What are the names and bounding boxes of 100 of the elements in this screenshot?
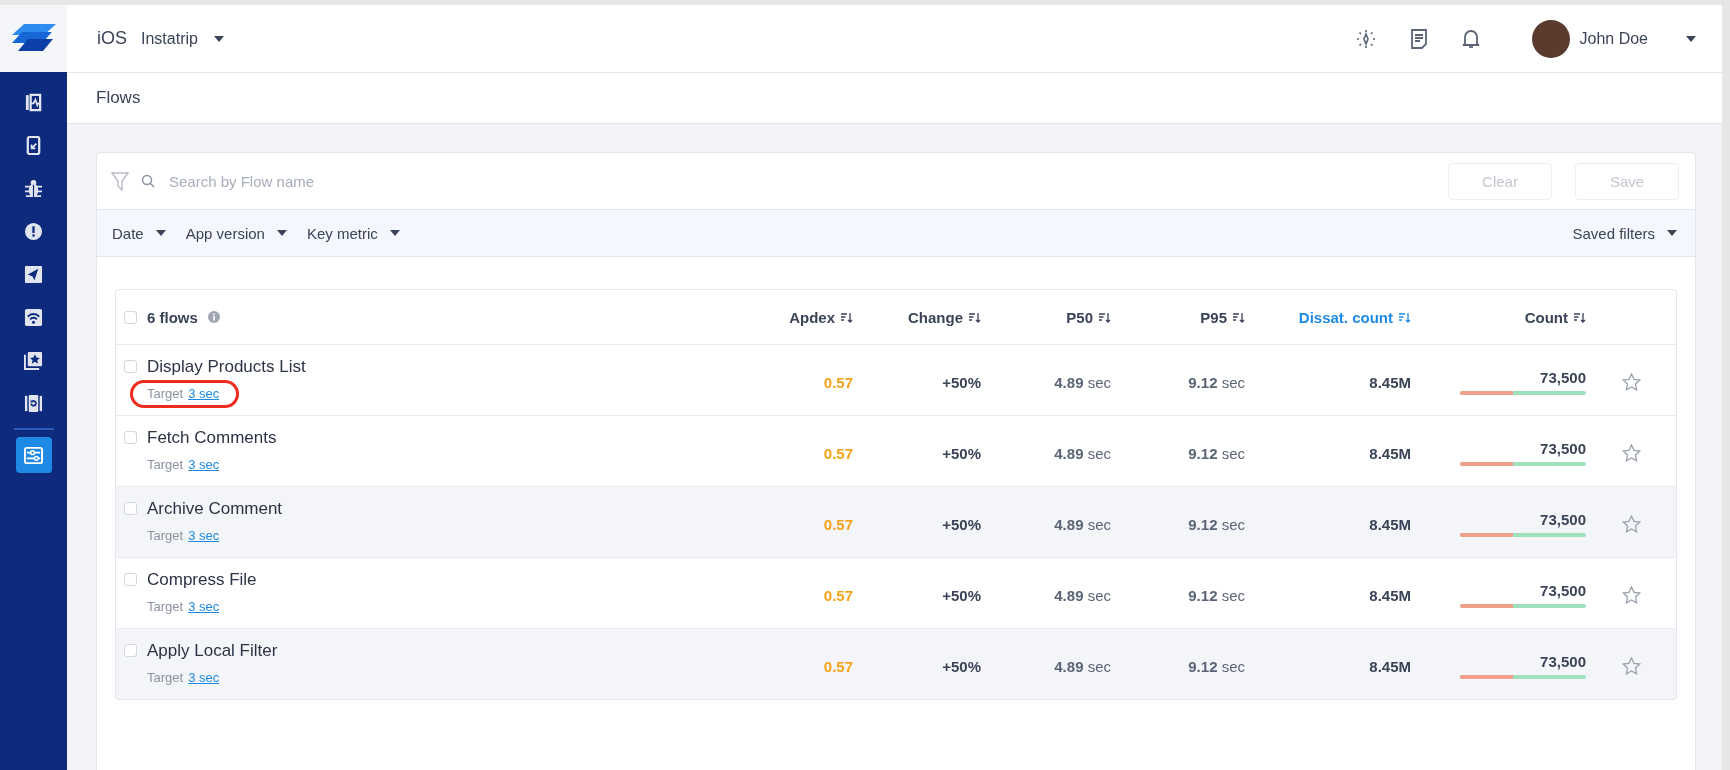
nav-button[interactable] bbox=[15, 437, 52, 473]
sort-icon bbox=[1574, 311, 1586, 323]
sort-icon bbox=[969, 311, 981, 323]
caret-icon bbox=[213, 35, 224, 42]
checkbox[interactable] bbox=[124, 502, 137, 515]
count-value: 73,500 bbox=[1540, 511, 1586, 528]
user-name: John Doe bbox=[1579, 29, 1648, 48]
target-label: Target bbox=[147, 456, 184, 472]
page-title: Flows bbox=[96, 88, 141, 108]
filter-dropdown[interactable]: Key metric bbox=[298, 220, 408, 246]
star-icon bbox=[1621, 373, 1641, 391]
search-icon bbox=[141, 174, 155, 188]
caret-icon bbox=[1686, 35, 1696, 42]
target-label: Target bbox=[147, 385, 184, 401]
p95-value: 9.12 sec bbox=[1188, 373, 1245, 391]
target-link[interactable]: 3 sec bbox=[188, 385, 220, 401]
pulse-icon bbox=[24, 92, 43, 112]
bell-icon[interactable] bbox=[1461, 28, 1480, 49]
p50-value: 4.89 sec bbox=[1054, 444, 1111, 462]
checkbox[interactable] bbox=[124, 310, 137, 324]
apdex-value: 0.57 bbox=[823, 373, 853, 391]
caret-icon bbox=[276, 230, 287, 236]
sort-icon bbox=[1099, 311, 1111, 323]
avatar bbox=[1531, 19, 1570, 58]
count-value: 73,500 bbox=[1540, 653, 1586, 670]
star-icon bbox=[1621, 444, 1641, 462]
p95-value: 9.12 sec bbox=[1188, 515, 1245, 533]
column-header[interactable]: P50 bbox=[1066, 308, 1111, 326]
table-row[interactable]: Apply Local Filter Target 3 sec 0.57 +50% 4.89 sec 9.12 sec 8.45M 73,500 bbox=[116, 628, 1676, 699]
alert-icon bbox=[24, 221, 43, 241]
p50-value: 4.89 sec bbox=[1054, 657, 1111, 675]
target-link[interactable]: 3 sec bbox=[188, 598, 220, 614]
target-label: Target bbox=[147, 598, 184, 614]
dissat-count-value: 8.45M bbox=[1369, 515, 1411, 533]
replay-icon bbox=[24, 393, 43, 413]
p95-value: 9.12 sec bbox=[1188, 657, 1245, 675]
star-icon bbox=[1621, 657, 1641, 675]
target-link[interactable]: 3 sec bbox=[188, 456, 220, 472]
apdex-value: 0.57 bbox=[823, 657, 853, 675]
change-value: +50% bbox=[942, 373, 981, 391]
favorite-button[interactable] bbox=[1621, 586, 1641, 604]
change-value: +50% bbox=[942, 657, 981, 675]
flow-name: Display Products List bbox=[147, 356, 306, 377]
filter-dropdown[interactable]: Date bbox=[104, 220, 174, 246]
p50-value: 4.89 sec bbox=[1054, 373, 1111, 391]
apdex-value: 0.57 bbox=[823, 586, 853, 604]
change-value: +50% bbox=[942, 515, 981, 533]
p95-value: 9.12 sec bbox=[1188, 586, 1245, 604]
flow-count: 6 flows bbox=[147, 308, 198, 326]
caret-icon bbox=[155, 230, 166, 236]
checkbox[interactable] bbox=[124, 573, 137, 586]
star-card-icon bbox=[24, 350, 43, 370]
table-row[interactable]: Archive Comment Target 3 sec 0.57 +50% 4.89 sec 9.12 sec 8.45M 73,500 bbox=[116, 486, 1676, 557]
filter-dropdown[interactable]: App version bbox=[177, 220, 295, 246]
column-header[interactable]: Apdex bbox=[789, 308, 853, 326]
count-value: 73,500 bbox=[1540, 440, 1586, 457]
column-header[interactable]: Dissat. count bbox=[1298, 308, 1411, 326]
count-value: 73,500 bbox=[1540, 369, 1586, 386]
checkbox[interactable] bbox=[124, 644, 137, 657]
sort-icon bbox=[1399, 311, 1411, 323]
flow-name: Archive Comment bbox=[147, 498, 283, 519]
paper-plane-icon bbox=[24, 264, 43, 284]
apdex-value: 0.57 bbox=[823, 515, 853, 533]
dissat-count-value: 8.45M bbox=[1369, 657, 1411, 675]
platform-label: iOS bbox=[97, 28, 127, 49]
app-switcher[interactable]: Instatrip bbox=[137, 25, 228, 52]
column-header[interactable]: P95 bbox=[1200, 308, 1245, 326]
phone-icon bbox=[24, 135, 43, 155]
dissat-count-value: 8.45M bbox=[1369, 586, 1411, 604]
column-header[interactable]: Change bbox=[908, 308, 981, 326]
caret-icon bbox=[389, 230, 400, 236]
search-field[interactable]: Search by Flow name bbox=[167, 171, 1425, 191]
sort-icon bbox=[841, 311, 853, 323]
sliders-icon bbox=[24, 445, 43, 465]
target-label: Target bbox=[147, 527, 184, 543]
saved-filters-dropdown[interactable]: Saved filters bbox=[1564, 220, 1685, 246]
sparkle-icon[interactable] bbox=[1355, 28, 1376, 49]
change-value: +50% bbox=[942, 444, 981, 462]
count-value: 73,500 bbox=[1540, 582, 1586, 599]
column-header[interactable]: Count bbox=[1524, 308, 1586, 326]
star-icon bbox=[1621, 586, 1641, 604]
p50-value: 4.89 sec bbox=[1054, 515, 1111, 533]
target-label: Target bbox=[147, 669, 184, 685]
star-icon bbox=[1621, 515, 1641, 533]
change-value: +50% bbox=[942, 586, 981, 604]
document-icon[interactable] bbox=[1409, 28, 1428, 49]
apdex-value: 0.57 bbox=[823, 444, 853, 462]
wifi-icon bbox=[24, 307, 43, 327]
sort-icon bbox=[1233, 311, 1245, 323]
caret-icon bbox=[1667, 230, 1677, 236]
checkbox[interactable] bbox=[124, 360, 137, 373]
checkbox[interactable] bbox=[124, 431, 137, 444]
dissat-count-value: 8.45M bbox=[1369, 373, 1411, 391]
flow-name: Apply Local Filter bbox=[147, 640, 278, 661]
logo-icon bbox=[11, 23, 56, 54]
favorite-button[interactable] bbox=[1621, 373, 1641, 391]
favorite-button[interactable] bbox=[1621, 444, 1641, 462]
flow-name: Fetch Comments bbox=[147, 427, 277, 448]
p50-value: 4.89 sec bbox=[1054, 586, 1111, 604]
flow-name: Compress File bbox=[147, 569, 257, 590]
